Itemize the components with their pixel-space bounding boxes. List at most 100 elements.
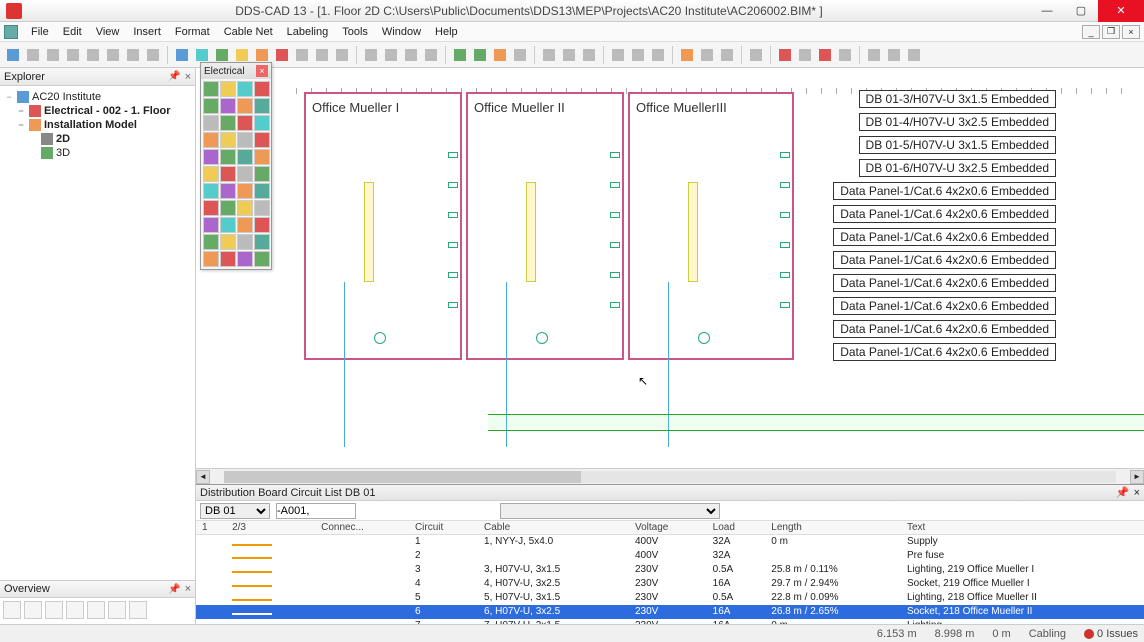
palette-tool[interactable] [220, 98, 236, 114]
scroll-left-icon[interactable]: ◄ [196, 470, 210, 484]
overview-btn[interactable] [3, 601, 21, 619]
palette-tool[interactable] [220, 183, 236, 199]
palette-tool[interactable] [237, 132, 253, 148]
socket-symbol[interactable] [448, 212, 458, 218]
pin-icon[interactable]: 📌 [168, 584, 180, 595]
maximize-button[interactable]: ▢ [1064, 0, 1098, 22]
overview-btn[interactable] [108, 601, 126, 619]
palette-tool[interactable] [220, 132, 236, 148]
socket-symbol[interactable] [448, 272, 458, 278]
palette-tool[interactable] [203, 251, 219, 267]
socket-symbol[interactable] [610, 212, 620, 218]
palette-tool[interactable] [203, 200, 219, 216]
toolbar-button[interactable] [24, 46, 42, 64]
cable-label[interactable]: Data Panel-1/Cat.6 4x2x0.6 Embedded [833, 297, 1056, 315]
palette-tool[interactable] [203, 183, 219, 199]
toolbar-button[interactable] [273, 46, 291, 64]
circuit-row[interactable]: 77, H07V-U, 3x1.5230V16A0 mLighting [196, 619, 1144, 625]
toolbar-button[interactable] [104, 46, 122, 64]
palette-tool[interactable] [254, 217, 270, 233]
socket-symbol[interactable] [780, 212, 790, 218]
socket-symbol[interactable] [780, 302, 790, 308]
cable-label[interactable]: DB 01-6/H07V-U 3x2.5 Embedded [859, 159, 1056, 177]
palette-tool[interactable] [220, 81, 236, 97]
pin-icon[interactable]: 📌 [1116, 486, 1130, 499]
palette-tool[interactable] [254, 251, 270, 267]
menu-insert[interactable]: Insert [126, 24, 168, 40]
palette-tool[interactable] [254, 183, 270, 199]
toolbar-button[interactable] [885, 46, 903, 64]
minimize-button[interactable]: — [1030, 0, 1064, 22]
toolbar-button[interactable] [193, 46, 211, 64]
circuit-row[interactable]: 11, NYY-J, 5x4.0400V32A0 mSupply [196, 535, 1144, 549]
toolbar-button[interactable] [333, 46, 351, 64]
cable-label[interactable]: Data Panel-1/Cat.6 4x2x0.6 Embedded [833, 343, 1056, 361]
socket-symbol[interactable] [448, 182, 458, 188]
menu-help[interactable]: Help [428, 24, 465, 40]
menu-file[interactable]: File [24, 24, 56, 40]
cable-label[interactable]: Data Panel-1/Cat.6 4x2x0.6 Embedded [833, 182, 1056, 200]
palette-tool[interactable] [237, 217, 253, 233]
toolbar-button[interactable] [698, 46, 716, 64]
socket-symbol[interactable] [448, 152, 458, 158]
toolbar-button[interactable] [382, 46, 400, 64]
overview-btn[interactable] [66, 601, 84, 619]
toolbar-button[interactable] [402, 46, 420, 64]
toolbar-button[interactable] [4, 46, 22, 64]
mdi-close[interactable]: × [1122, 25, 1140, 39]
tree-item[interactable]: −Installation Model [4, 118, 191, 132]
palette-tool[interactable] [237, 98, 253, 114]
menu-edit[interactable]: Edit [56, 24, 89, 40]
toolbar-button[interactable] [816, 46, 834, 64]
palette-tool[interactable] [254, 132, 270, 148]
toolbar-button[interactable] [836, 46, 854, 64]
toolbar-button[interactable] [580, 46, 598, 64]
menu-tools[interactable]: Tools [335, 24, 375, 40]
palette-tool[interactable] [237, 166, 253, 182]
explorer-close-icon[interactable]: × [185, 71, 191, 83]
panel-close-icon[interactable]: × [1134, 487, 1140, 499]
mdi-minimize[interactable]: _ [1082, 25, 1100, 39]
toolbar-button[interactable] [560, 46, 578, 64]
socket-symbol[interactable] [780, 272, 790, 278]
toolbar-button[interactable] [253, 46, 271, 64]
filter-select[interactable] [500, 503, 720, 519]
circuit-row[interactable]: 44, H07V-U, 3x2.5230V16A29.7 m / 2.94%So… [196, 577, 1144, 591]
toolbar-button[interactable] [173, 46, 191, 64]
menu-window[interactable]: Window [375, 24, 428, 40]
palette-tool[interactable] [203, 217, 219, 233]
palette-tool[interactable] [254, 81, 270, 97]
toolbar-button[interactable] [213, 46, 231, 64]
circuit-table[interactable]: 12/3Connec...CircuitCableVoltageLoadLeng… [196, 521, 1144, 624]
palette-tool[interactable] [220, 149, 236, 165]
drawing-canvas[interactable]: Office Mueller IOffice Mueller IIOffice … [196, 68, 1144, 468]
palette-tool[interactable] [220, 251, 236, 267]
light-fixture[interactable] [364, 182, 374, 282]
palette-tool[interactable] [237, 149, 253, 165]
circuit-row[interactable]: 55, H07V-U, 3x1.5230V0.5A22.8 m / 0.09%L… [196, 591, 1144, 605]
overview-btn[interactable] [87, 601, 105, 619]
toolbar-button[interactable] [313, 46, 331, 64]
cable-label[interactable]: Data Panel-1/Cat.6 4x2x0.6 Embedded [833, 320, 1056, 338]
circuit-row[interactable]: 66, H07V-U, 3x2.5230V16A26.8 m / 2.65%So… [196, 605, 1144, 619]
mdi-restore[interactable]: ❐ [1102, 25, 1120, 39]
board-ref-input[interactable] [276, 503, 356, 519]
toolbar-button[interactable] [293, 46, 311, 64]
cable-label[interactable]: Data Panel-1/Cat.6 4x2x0.6 Embedded [833, 274, 1056, 292]
overview-btn[interactable] [24, 601, 42, 619]
cable-label[interactable]: DB 01-5/H07V-U 3x1.5 Embedded [859, 136, 1056, 154]
toolbar-button[interactable] [629, 46, 647, 64]
toolbar-button[interactable] [124, 46, 142, 64]
palette-tool[interactable] [203, 166, 219, 182]
horizontal-scrollbar[interactable]: ◄ ► [196, 468, 1144, 484]
palette-tool[interactable] [220, 217, 236, 233]
tree-item[interactable]: −AC20 Institute [4, 90, 191, 104]
switch-symbol[interactable] [374, 332, 386, 344]
light-fixture[interactable] [688, 182, 698, 282]
palette-tool[interactable] [203, 81, 219, 97]
scroll-right-icon[interactable]: ► [1130, 470, 1144, 484]
socket-symbol[interactable] [610, 152, 620, 158]
socket-symbol[interactable] [610, 182, 620, 188]
toolbar-button[interactable] [64, 46, 82, 64]
toolbar-button[interactable] [718, 46, 736, 64]
